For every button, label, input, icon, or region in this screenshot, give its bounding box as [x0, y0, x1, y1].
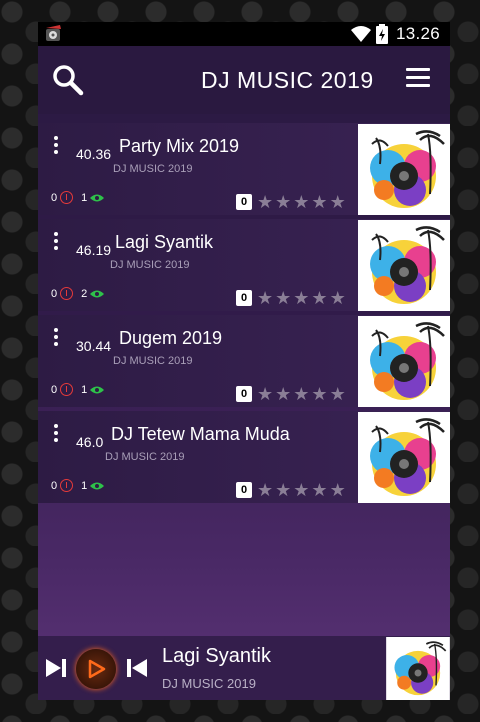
player-song-artist: DJ MUSIC 2019	[162, 676, 256, 691]
download-icon	[60, 383, 74, 396]
song-stats: 0 1	[51, 383, 105, 396]
download-count: 0	[51, 383, 58, 396]
star-icon[interactable]: ★	[275, 193, 291, 211]
player-song-title: Lagi Syantik	[162, 645, 271, 667]
play-icon	[88, 659, 106, 679]
song-row[interactable]: 46.19 Lagi Syantik DJ MUSIC 2019 0 2 0 ★…	[38, 219, 450, 311]
star-icon[interactable]: ★	[257, 289, 273, 307]
player-album-art	[386, 637, 450, 700]
app-toolbar: DJ MUSIC 2019	[38, 46, 450, 114]
song-title: DJ Tetew Mama Muda	[111, 424, 290, 444]
app-notification-icon	[46, 25, 61, 41]
view-count: 1	[81, 191, 88, 204]
skip-next-icon[interactable]	[44, 656, 68, 680]
star-icon[interactable]: ★	[293, 193, 309, 211]
more-vert-icon[interactable]	[51, 328, 61, 350]
rating-count: 0	[236, 290, 252, 306]
song-artist: DJ MUSIC 2019	[110, 259, 190, 271]
rating-count: 0	[236, 482, 252, 498]
star-icon[interactable]: ★	[330, 385, 346, 403]
song-stats: 0 1	[51, 191, 105, 204]
star-icon[interactable]: ★	[311, 481, 327, 499]
mini-player[interactable]: Lagi Syantik DJ MUSIC 2019	[38, 636, 450, 700]
star-icon[interactable]: ★	[311, 289, 327, 307]
view-count: 1	[81, 383, 88, 396]
play-button[interactable]	[76, 649, 116, 689]
song-stats: 0 1	[51, 479, 105, 492]
eye-icon	[90, 482, 105, 489]
download-count: 0	[51, 287, 58, 300]
download-count: 0	[51, 191, 58, 204]
song-title: Lagi Syantik	[115, 232, 214, 252]
song-duration: 30.44	[76, 338, 112, 354]
star-rating[interactable]: 0 ★ ★ ★ ★ ★	[236, 385, 348, 403]
star-rating[interactable]: 0 ★ ★ ★ ★ ★	[236, 481, 348, 499]
status-bar: 13.26	[38, 22, 450, 46]
star-icon[interactable]: ★	[330, 481, 346, 499]
more-vert-icon[interactable]	[51, 424, 61, 446]
rating-count: 0	[236, 194, 252, 210]
star-icon[interactable]: ★	[275, 481, 291, 499]
star-rating[interactable]: 0 ★ ★ ★ ★ ★	[236, 289, 348, 307]
song-artist: DJ MUSIC 2019	[105, 451, 185, 463]
star-icon[interactable]: ★	[257, 193, 273, 211]
skip-previous-icon[interactable]	[125, 656, 149, 680]
song-row[interactable]: 30.44 Dugem 2019 DJ MUSIC 2019 0 1 0 ★ ★ ★…	[38, 315, 450, 407]
star-rating[interactable]: 0 ★ ★ ★ ★ ★	[236, 193, 348, 211]
song-list: 40.36 Party Mix 2019 DJ MUSIC 2019 0 1 0…	[38, 123, 450, 507]
album-art	[358, 220, 450, 311]
page-title: DJ MUSIC 2019	[201, 67, 374, 93]
song-duration: 46.0	[76, 434, 104, 450]
star-icon[interactable]: ★	[330, 289, 346, 307]
hamburger-menu-icon[interactable]	[406, 68, 430, 90]
download-icon	[60, 287, 74, 300]
rating-count: 0	[236, 386, 252, 402]
song-row[interactable]: 46.0 DJ Tetew Mama Muda DJ MUSIC 2019 0 …	[38, 411, 450, 503]
eye-icon	[90, 290, 105, 297]
star-icon[interactable]: ★	[311, 385, 327, 403]
song-title: Dugem 2019	[119, 328, 223, 348]
song-duration: 40.36	[76, 146, 112, 162]
star-icon[interactable]: ★	[293, 289, 309, 307]
song-stats: 0 2	[51, 287, 105, 300]
star-icon[interactable]: ★	[257, 481, 273, 499]
song-artist: DJ MUSIC 2019	[113, 163, 193, 175]
view-count: 1	[81, 479, 88, 492]
star-icon[interactable]: ★	[293, 385, 309, 403]
eye-icon	[90, 386, 105, 393]
song-title: Party Mix 2019	[119, 136, 240, 156]
song-duration: 46.19	[76, 242, 112, 258]
wifi-icon	[351, 26, 371, 42]
eye-icon	[90, 194, 105, 201]
star-icon[interactable]: ★	[293, 481, 309, 499]
star-icon[interactable]: ★	[275, 289, 291, 307]
star-icon[interactable]: ★	[330, 193, 346, 211]
phone-screen: 13.26 DJ MUSIC 2019 40.36 Party Mix 2019…	[38, 22, 450, 700]
view-count: 2	[81, 287, 88, 300]
song-artist: DJ MUSIC 2019	[113, 355, 193, 367]
battery-icon	[376, 24, 388, 44]
search-icon[interactable]	[52, 64, 84, 96]
star-icon[interactable]: ★	[257, 385, 273, 403]
download-icon	[60, 479, 74, 492]
more-vert-icon[interactable]	[51, 136, 61, 158]
star-icon[interactable]: ★	[311, 193, 327, 211]
song-row[interactable]: 40.36 Party Mix 2019 DJ MUSIC 2019 0 1 0…	[38, 123, 450, 215]
star-icon[interactable]: ★	[275, 385, 291, 403]
status-time: 13.26	[396, 24, 441, 43]
download-icon	[60, 191, 74, 204]
album-art	[358, 412, 450, 503]
download-count: 0	[51, 479, 58, 492]
album-art	[358, 316, 450, 407]
more-vert-icon[interactable]	[51, 232, 61, 254]
album-art	[358, 124, 450, 215]
